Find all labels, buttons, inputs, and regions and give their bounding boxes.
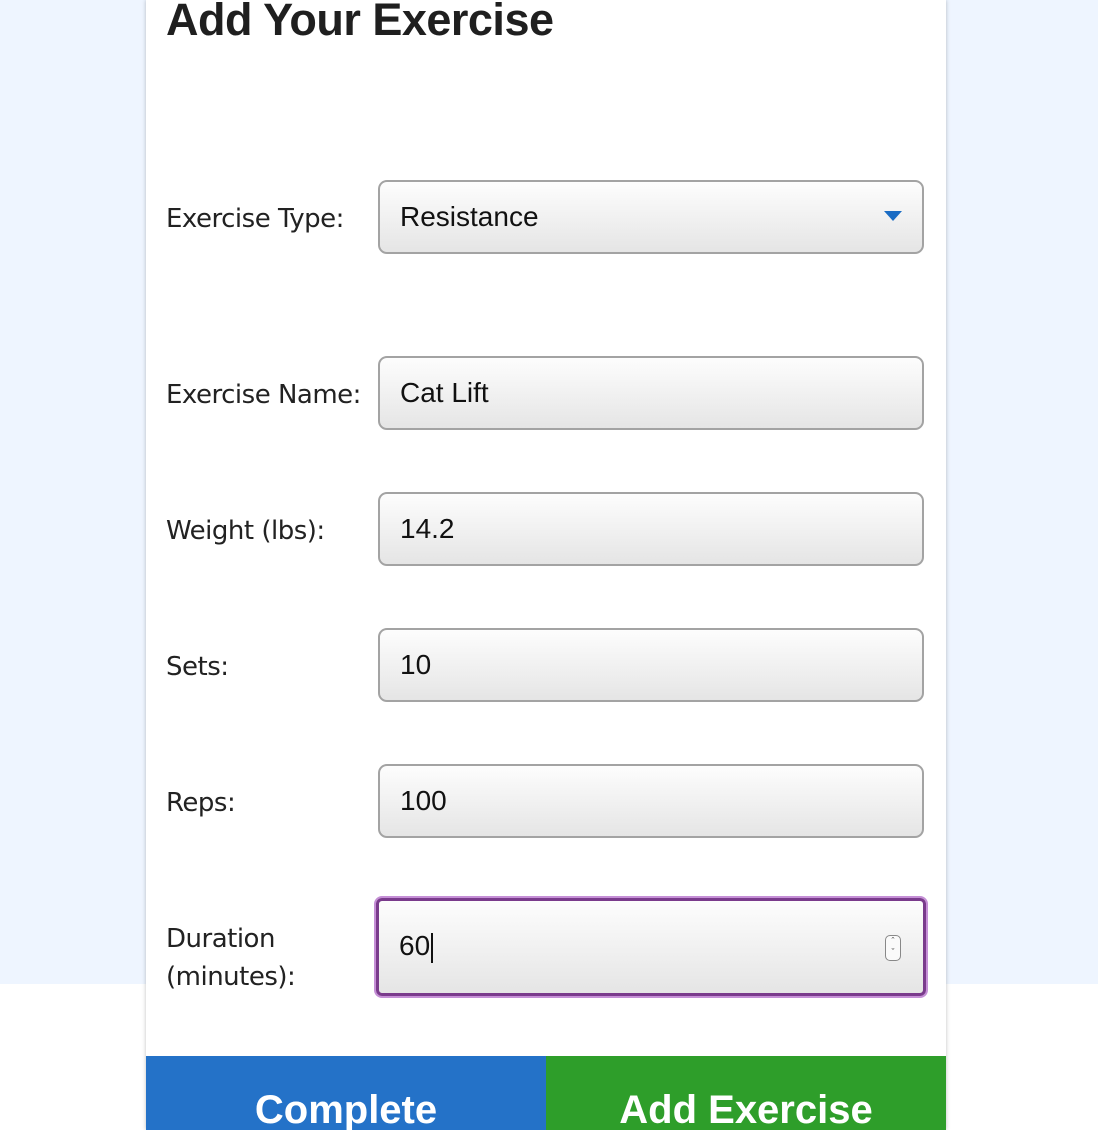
duration-value: 60 (399, 930, 431, 961)
exercise-name-field[interactable]: Cat Lift (378, 356, 924, 430)
complete-button[interactable]: Complete (146, 1056, 546, 1130)
weight-label: Weight (lbs): (166, 516, 325, 546)
reps-value: 100 (400, 785, 447, 816)
duration-label-line2: (minutes): (166, 962, 296, 992)
duration-label: Duration (minutes): (166, 920, 296, 996)
exercise-name-value: Cat Lift (400, 377, 489, 408)
exercise-type-select[interactable]: Resistance (378, 180, 924, 254)
duration-field[interactable]: 60 ˆˇ (376, 898, 926, 996)
page-title: Add Your Exercise (166, 0, 554, 45)
sets-field[interactable]: 10 (378, 628, 924, 702)
exercise-type-label: Exercise Type: (166, 204, 344, 234)
exercise-type-value: Resistance (400, 201, 539, 232)
sets-value: 10 (400, 649, 432, 680)
exercise-form-card: Add Your Exercise Exercise Type: Resista… (146, 0, 946, 1130)
weight-value: 14.2 (400, 513, 455, 544)
duration-label-line1: Duration (166, 924, 275, 954)
sets-label: Sets: (166, 652, 229, 682)
text-caret (431, 932, 434, 963)
reps-label: Reps: (166, 788, 236, 818)
chevron-down-icon (884, 211, 902, 221)
add-exercise-button[interactable]: Add Exercise (546, 1056, 946, 1130)
spinner-icon[interactable]: ˆˇ (885, 935, 901, 961)
weight-field[interactable]: 14.2 (378, 492, 924, 566)
exercise-name-label: Exercise Name: (166, 380, 361, 410)
reps-field[interactable]: 100 (378, 764, 924, 838)
